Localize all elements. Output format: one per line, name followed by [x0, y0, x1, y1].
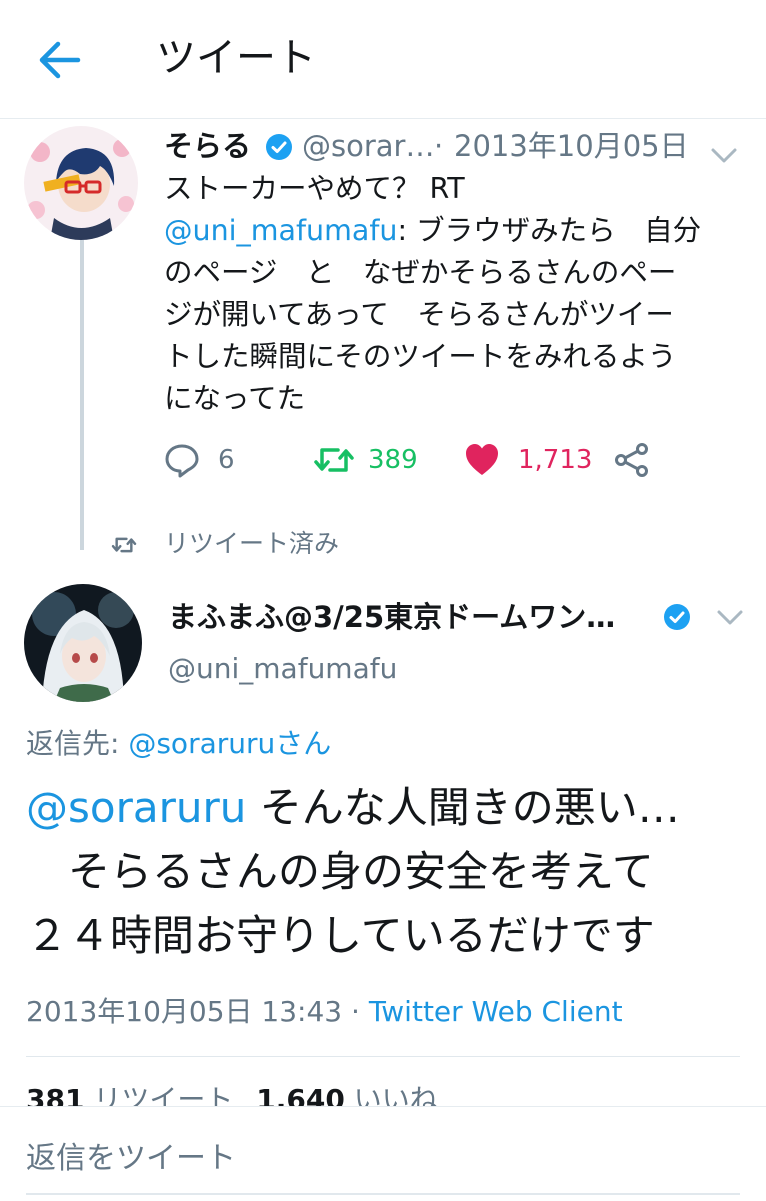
retweet-stat-count: 381	[26, 1083, 85, 1108]
tweet-actions: 6 389 1,713	[164, 436, 724, 484]
author-handle[interactable]: @uni_mafumafu	[168, 648, 397, 690]
reply-button[interactable]: 6	[164, 436, 274, 484]
thread-connector-line	[80, 240, 84, 550]
author-name[interactable]: そらる	[164, 126, 251, 166]
back-arrow-icon[interactable]	[38, 40, 82, 80]
like-stat[interactable]: 1,640 いいね	[256, 1083, 438, 1108]
like-stat-label: いいね	[353, 1083, 438, 1108]
tweet-text-line: ジが開いてあって そらるさんがツイー	[164, 298, 674, 331]
reply-count: 6	[218, 445, 235, 475]
reply-icon	[165, 444, 199, 478]
retweeted-label: リツイート済み	[164, 529, 340, 558]
client-link[interactable]: Twitter Web Client	[369, 995, 623, 1028]
verified-badge-icon	[662, 602, 692, 632]
retweeted-indicator: リツイート済み	[110, 524, 510, 564]
like-stat-count: 1,640	[256, 1083, 345, 1108]
reply-to-line: 返信先: @soraruruさん	[26, 724, 331, 764]
heart-icon	[466, 444, 498, 475]
retweet-icon	[111, 537, 137, 553]
avatar[interactable]	[24, 584, 142, 702]
main-tweet-text: @soraruru そんな人聞きの悪い… そらるさんの身の安全を考えて ２４時間…	[26, 776, 746, 968]
tweet-text-line: ストーカーやめて？ RT	[164, 172, 465, 205]
tweet-text-line: @uni_mafumafu: ブラウザみたら 自分	[164, 210, 744, 252]
separator-dot: ·	[342, 995, 369, 1028]
separator-dot: ·	[434, 129, 444, 163]
retweet-icon	[314, 448, 354, 472]
quoted-tweet-header: そらる @sorar… · 2013年10月05日	[164, 126, 744, 166]
reply-input-underline	[26, 1193, 740, 1195]
tweet-text-line: のページ と なぜかそらるさんのペー	[164, 256, 677, 289]
divider	[26, 1056, 740, 1057]
like-count: 1,713	[518, 445, 593, 475]
share-button[interactable]	[614, 436, 654, 484]
tweet-text-line: トした瞬間にそのツイートをみれるよう	[164, 340, 677, 373]
mention-link[interactable]: @soraruru	[26, 783, 246, 832]
like-button[interactable]: 1,713	[464, 436, 614, 484]
tweet-text-line: ２４時間お守りしているだけです	[26, 911, 655, 960]
reply-to-prefix: 返信先:	[26, 727, 129, 760]
retweet-stat[interactable]: 381 リツイート	[26, 1083, 233, 1108]
page-title: ツイート	[156, 35, 316, 81]
app-header: ツイート	[0, 0, 766, 119]
author-name[interactable]: まふまふ@3/25東京ドームワン…	[168, 596, 648, 638]
reply-bar: 返信をツイート	[0, 1106, 766, 1201]
quoted-tweet-text: ストーカーやめて？ RT @uni_mafumafu: ブラウザみたら 自分 の…	[164, 168, 744, 420]
tweet-timestamp: 2013年10月05日 13:43	[26, 995, 343, 1028]
share-icon	[615, 443, 648, 477]
tweet-date[interactable]: 2013年10月05日	[454, 126, 689, 166]
tweet-text-line: そらるさんの身の安全を考えて	[26, 847, 654, 896]
tweet-text-fragment: : ブラウザみたら 自分	[397, 214, 702, 247]
tweet-text-line: になってた	[164, 382, 306, 415]
tweet-text-fragment: そんな人聞きの悪い…	[246, 783, 680, 832]
verified-badge-icon	[264, 132, 294, 162]
chevron-down-icon[interactable]	[710, 136, 738, 163]
retweet-stat-label: リツイート	[93, 1083, 234, 1108]
reply-input[interactable]: 返信をツイート	[26, 1137, 236, 1181]
tweet-meta: 2013年10月05日 13:43 · Twitter Web Client	[26, 992, 623, 1032]
avatar[interactable]	[24, 126, 138, 240]
reply-to-link[interactable]: @soraruruさん	[128, 727, 331, 760]
author-handle[interactable]: @sorar…	[302, 126, 434, 166]
tweet-stats: 381 リツイート 1,640 いいね	[26, 1080, 746, 1108]
retweet-count: 389	[368, 445, 418, 475]
chevron-down-icon[interactable]	[716, 608, 744, 628]
retweet-button[interactable]: 389	[314, 436, 444, 484]
mention-link[interactable]: @uni_mafumafu	[164, 214, 397, 247]
tweet-text-line: @soraruru そんな人聞きの悪い…	[26, 776, 746, 840]
